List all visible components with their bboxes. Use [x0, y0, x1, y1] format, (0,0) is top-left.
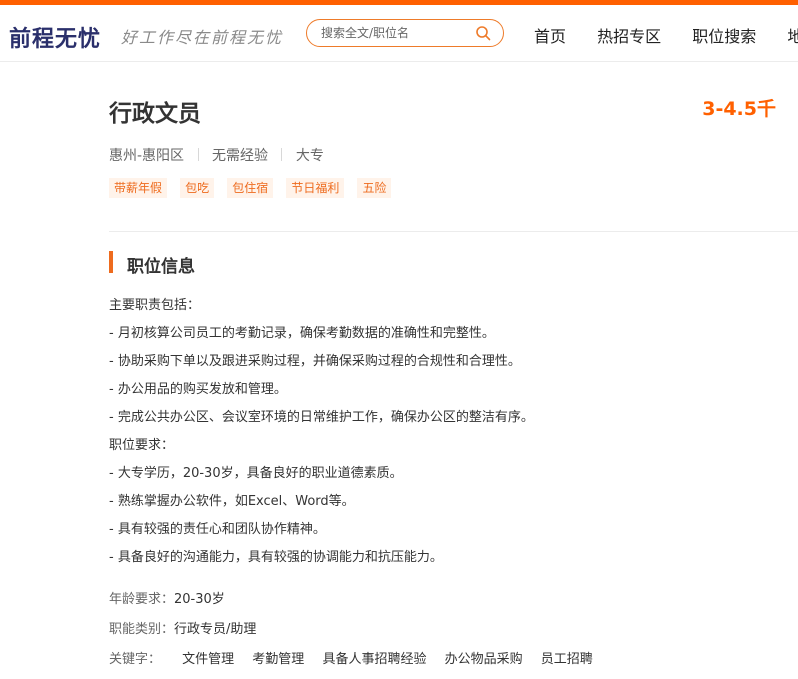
section-divider — [109, 231, 798, 232]
keyword-link[interactable]: 办公物品采购 — [445, 648, 523, 667]
keywords-label: 关键字： — [109, 652, 162, 667]
site-logo[interactable]: 前程无忧 — [9, 21, 101, 53]
site-header: 前程无忧 好工作尽在前程无忧 首页 热招专区 职位搜索 地区 — [0, 5, 798, 62]
meta-divider — [197, 148, 199, 161]
section-accent-bar — [109, 251, 113, 273]
job-education: 大专 — [295, 148, 324, 164]
description-line: - 熟练掌握办公软件，如Excel、Word等。 — [109, 494, 355, 509]
description-line: 主要职责包括： — [109, 298, 201, 313]
keywords-row: 关键字： 文件管理 考勤管理 具备人事招聘经验 办公物品采购 员工招聘 — [109, 648, 607, 667]
keyword-link[interactable]: 具备人事招聘经验 — [322, 648, 426, 667]
job-title: 行政文员 — [109, 101, 201, 127]
job-meta: 惠州-惠阳区 无需经验 大专 — [109, 145, 324, 165]
main-nav: 首页 热招专区 职位搜索 地区 — [534, 23, 798, 47]
site-slogan: 好工作尽在前程无忧 — [121, 28, 284, 47]
search-box — [306, 19, 504, 47]
function-category-row: 职能类别：行政专员/助理 — [109, 618, 256, 637]
nav-item-hot-jobs[interactable]: 热招专区 — [597, 23, 661, 47]
description-line: - 协助采购下单以及跟进采购过程，并确保采购过程的合规性和合理性。 — [109, 354, 521, 369]
nav-item-job-search[interactable]: 职位搜索 — [692, 23, 756, 47]
description-line: - 大专学历，20-30岁，具备良好的职业道德素质。 — [109, 466, 403, 481]
age-label: 年龄要求： — [109, 592, 175, 607]
section-title: 职位信息 — [127, 257, 195, 277]
description-line: - 月初核算公司员工的考勤记录，确保考勤数据的准确性和完整性。 — [109, 326, 495, 341]
age-value: 20-30岁 — [174, 592, 225, 607]
job-salary: 3-4.5千 — [702, 98, 776, 120]
keyword-link[interactable]: 员工招聘 — [541, 648, 593, 667]
benefit-tag: 包吃 — [180, 178, 215, 198]
description-line: - 具有较强的责任心和团队协作精神。 — [109, 522, 326, 537]
function-label: 职能类别： — [109, 622, 175, 637]
age-requirement-row: 年龄要求：20-30岁 — [109, 588, 225, 607]
search-input[interactable] — [321, 23, 471, 43]
benefit-tag: 包住宿 — [227, 178, 274, 198]
benefit-tag: 带薪年假 — [109, 178, 168, 198]
keyword-link[interactable]: 文件管理 — [182, 648, 234, 667]
search-icon[interactable] — [475, 25, 491, 41]
benefit-tags: 带薪年假 包吃 包住宿 节日福利 五险 — [109, 177, 399, 198]
meta-divider — [281, 148, 283, 161]
function-value[interactable]: 行政专员/助理 — [174, 618, 256, 637]
job-location: 惠州-惠阳区 — [109, 148, 185, 164]
benefit-tag: 节日福利 — [286, 178, 345, 198]
description-line: 职位要求： — [109, 438, 175, 453]
description-line: - 办公用品的购买发放和管理。 — [109, 382, 287, 397]
job-description: 主要职责包括： - 月初核算公司员工的考勤记录，确保考勤数据的准确性和完整性。 … — [109, 296, 534, 576]
description-line: - 完成公共办公区、会议室环境的日常维护工作，确保办公区的整洁有序。 — [109, 410, 534, 425]
description-line: - 具备良好的沟通能力，具有较强的协调能力和抗压能力。 — [109, 550, 443, 565]
keyword-link[interactable]: 考勤管理 — [252, 648, 304, 667]
nav-item-home[interactable]: 首页 — [534, 23, 566, 47]
nav-item-region[interactable]: 地区 — [787, 23, 798, 47]
benefit-tag: 五险 — [357, 178, 392, 198]
job-experience: 无需经验 — [211, 148, 268, 164]
